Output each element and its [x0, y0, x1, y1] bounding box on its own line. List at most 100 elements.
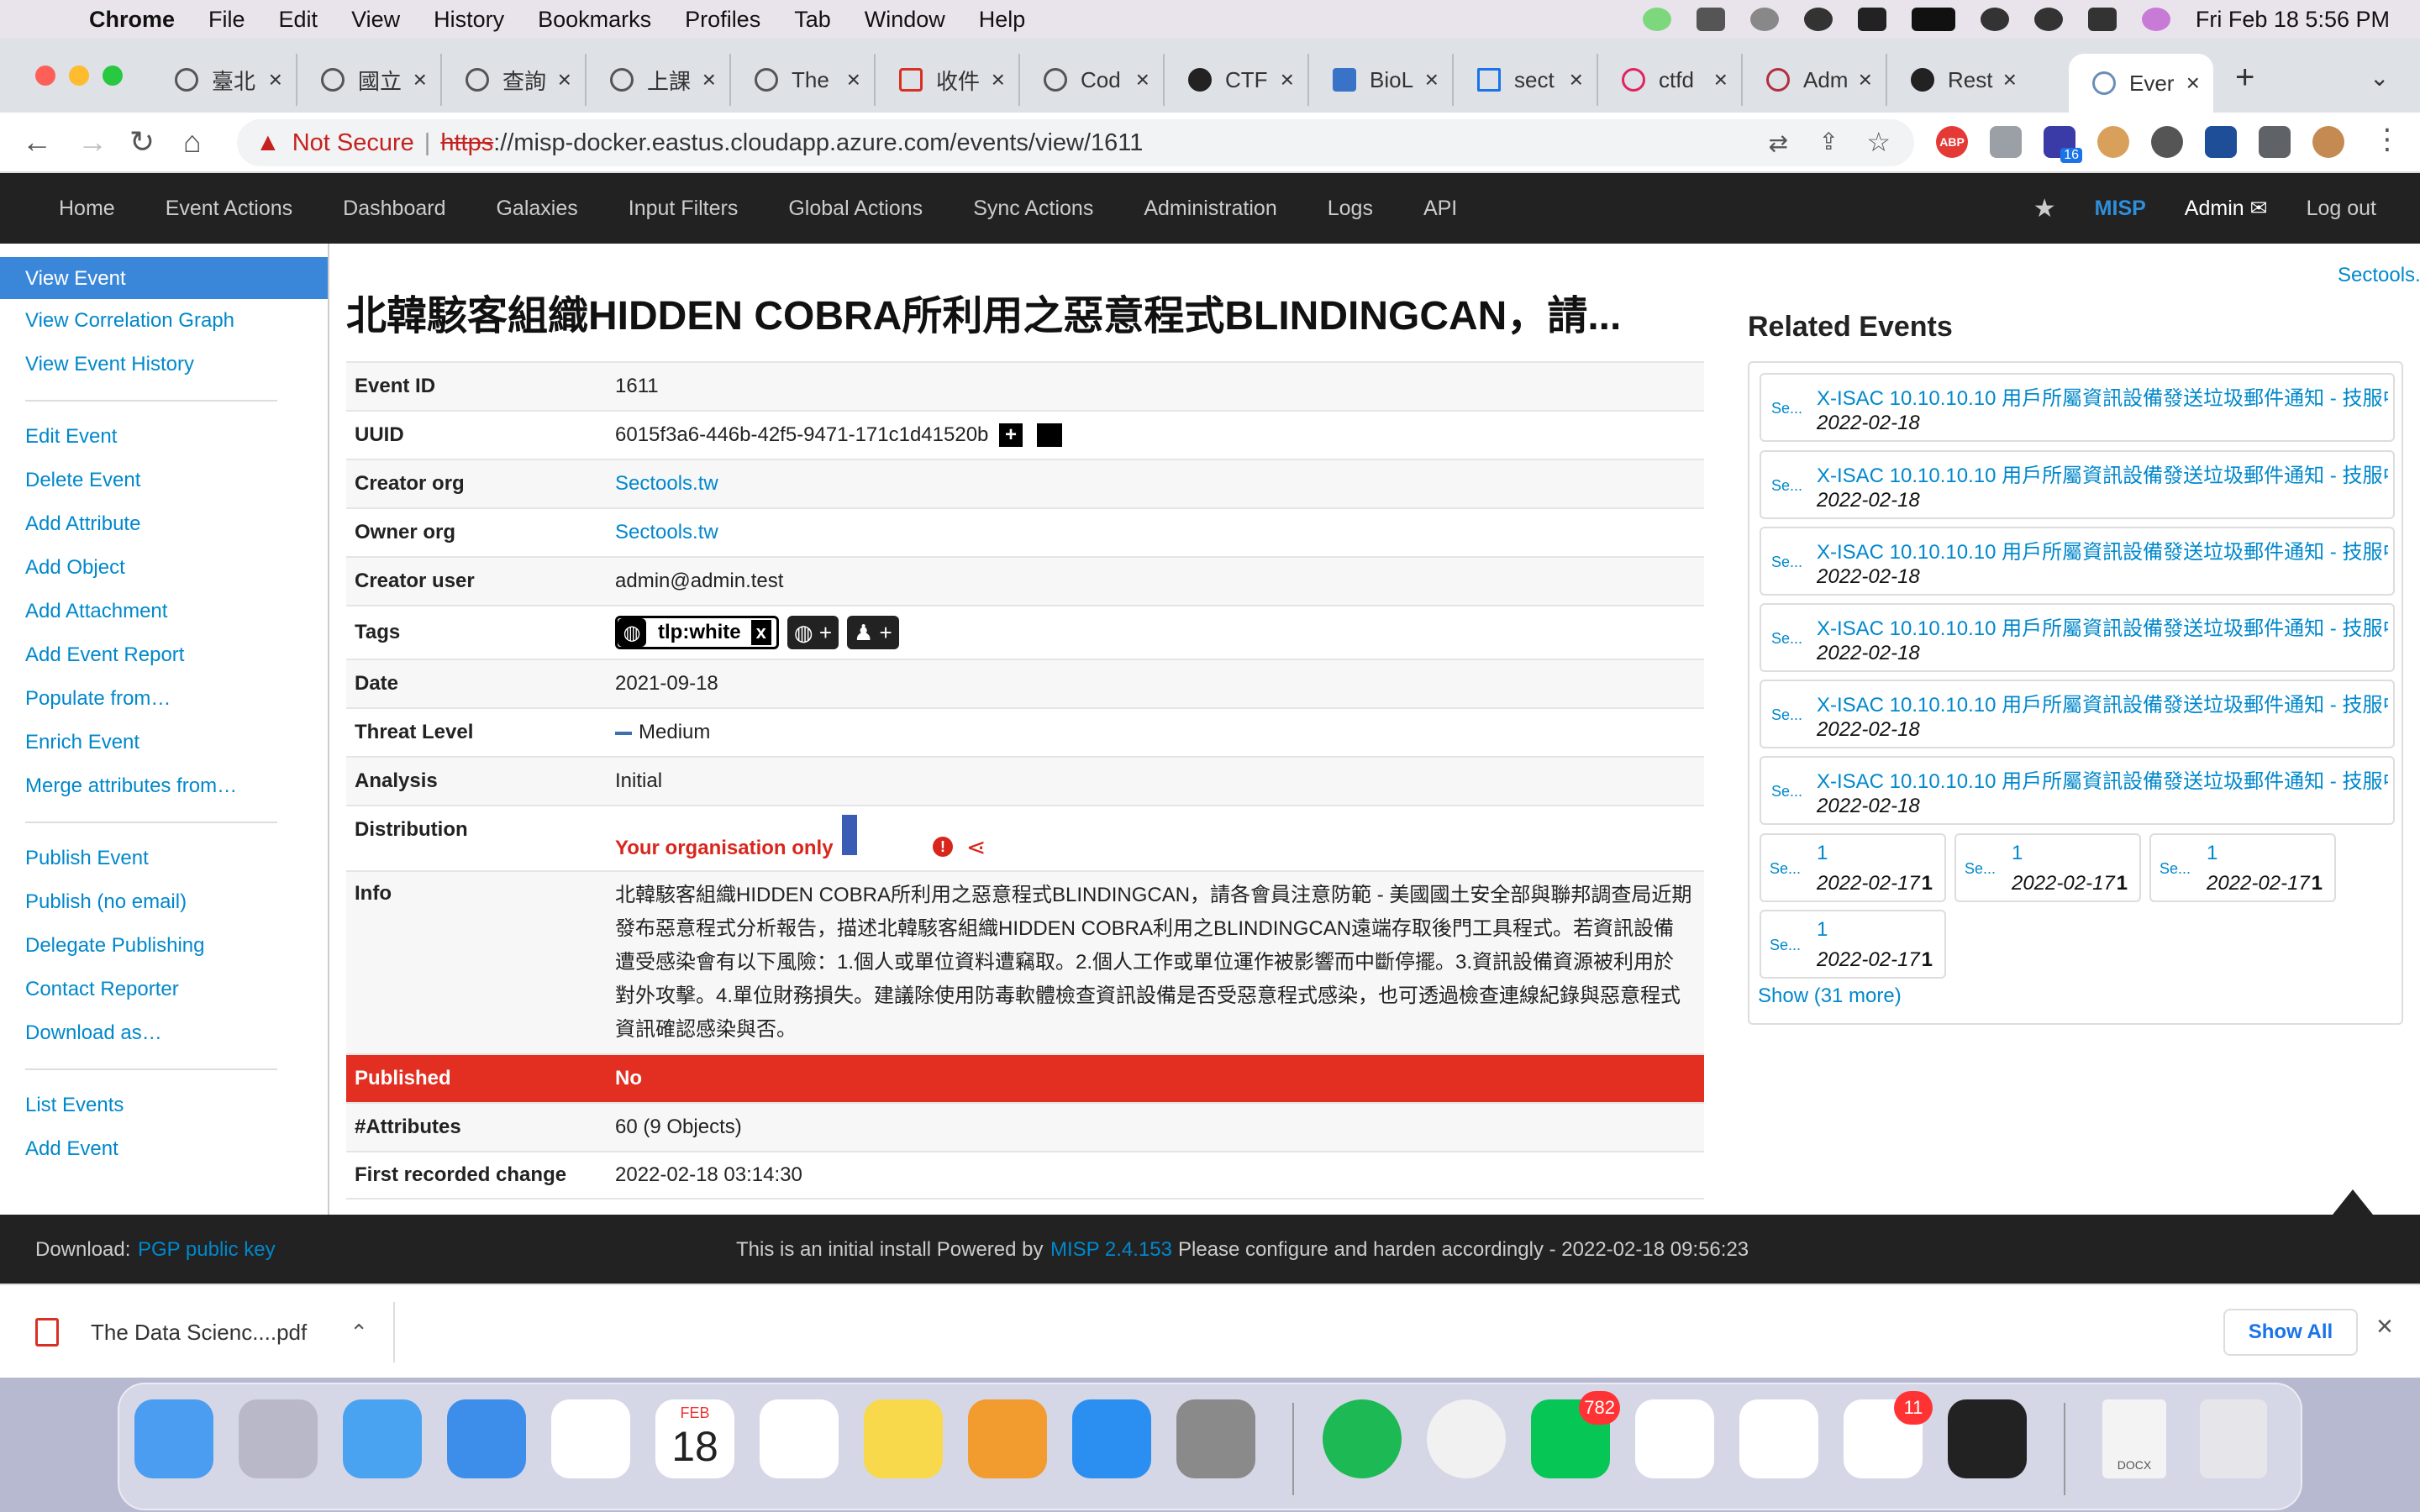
sidebar-add-attachment[interactable]: Add Attachment [0, 590, 328, 633]
puzzle-icon[interactable] [2259, 126, 2291, 158]
menu-app-name[interactable]: Chrome [89, 7, 175, 33]
plus-square-icon[interactable]: + [999, 423, 1023, 448]
nav-dashboard[interactable]: Dashboard [343, 197, 445, 221]
creator-org-link[interactable]: Sectools.tw [615, 472, 718, 495]
browser-tab[interactable]: Cod × [1018, 54, 1163, 106]
sidebar-enrich-event[interactable]: Enrich Event [0, 721, 328, 764]
related-event-card-small[interactable]: Se... 1 2022-02-17 1 [1760, 833, 1946, 902]
download-item[interactable]: The Data Scienc....pdf ⌃ [25, 1302, 395, 1362]
menu-view[interactable]: View [351, 7, 400, 33]
trash-icon[interactable] [2200, 1399, 2267, 1478]
extension-icon[interactable] [1990, 126, 2022, 158]
finder-icon[interactable] [134, 1399, 213, 1478]
sidebar-publish-no-email[interactable]: Publish (no email) [0, 880, 328, 924]
docx-file-icon[interactable]: DOCX [2102, 1399, 2166, 1478]
tab-close-icon[interactable]: × [992, 66, 1005, 93]
menu-profiles[interactable]: Profiles [685, 7, 760, 33]
menu-edit[interactable]: Edit [279, 7, 318, 33]
browser-tab[interactable]: 國立 × [296, 54, 440, 106]
tab-close-icon[interactable]: × [702, 66, 716, 93]
close-downloads-icon[interactable]: × [2376, 1310, 2393, 1343]
tab-search-icon[interactable]: ⌄ [2370, 64, 2389, 92]
nav-input-filters[interactable]: Input Filters [629, 197, 739, 221]
tab-close-icon[interactable]: × [1714, 66, 1728, 93]
menu-tab[interactable]: Tab [794, 7, 831, 33]
browser-tab[interactable]: sect × [1452, 54, 1597, 106]
bookmark-star-icon[interactable]: ☆ [1866, 126, 1891, 158]
control-center-icon[interactable] [2087, 8, 2117, 31]
mail-icon[interactable] [447, 1399, 526, 1478]
word-icon[interactable] [1739, 1399, 1818, 1478]
profile-avatar[interactable] [2312, 126, 2344, 158]
nav-logout[interactable]: Log out [2307, 197, 2376, 221]
terminal-icon[interactable] [1948, 1399, 2027, 1478]
line-icon[interactable]: 782 [1531, 1391, 1620, 1478]
adblock-icon[interactable]: ABP [1936, 126, 1968, 158]
related-event-card-small[interactable]: Se... 1 2022-02-17 1 [1760, 910, 1946, 979]
nav-sync-actions[interactable]: Sync Actions [973, 197, 1093, 221]
scroll-top-icon[interactable] [2333, 1189, 2373, 1215]
tab-close-icon[interactable]: × [413, 66, 427, 93]
add-global-tag-button[interactable]: ◍ + [786, 616, 839, 649]
related-event-card[interactable]: Se... X-ISAC 10.10.10.10 用戶所屬資訊設備發送垃圾郵件通知… [1760, 450, 2395, 519]
tab-close-icon[interactable]: × [1859, 66, 1872, 93]
menu-history[interactable]: History [434, 7, 504, 33]
vpn-icon[interactable] [1749, 8, 1779, 31]
related-event-card-small[interactable]: Se... 1 2022-02-17 1 [1954, 833, 2141, 902]
sidebar-delete-event[interactable]: Delete Event [0, 459, 328, 502]
tab-close-icon[interactable]: × [558, 66, 571, 93]
sidebar-merge-attributes[interactable]: Merge attributes from… [0, 764, 328, 808]
sidebar-view-correlation-graph[interactable]: View Correlation Graph [0, 299, 328, 343]
nav-home[interactable]: Home [59, 197, 115, 221]
browser-menu-icon[interactable]: ⋮ [2373, 123, 2402, 156]
browser-tab[interactable]: Rest × [1886, 54, 2030, 106]
spotlight-search-icon[interactable] [2033, 8, 2063, 31]
download-filename[interactable]: The Data Scienc....pdf [91, 1320, 307, 1346]
input-source-icon[interactable] [1857, 8, 1886, 31]
share-icon[interactable]: ⇪ [1819, 128, 1839, 155]
tag-remove-button[interactable]: x [750, 620, 771, 645]
tab-close-icon[interactable]: × [1425, 66, 1439, 93]
menu-bookmarks[interactable]: Bookmarks [538, 7, 651, 33]
tab-close-icon[interactable]: × [269, 66, 282, 93]
sidebar-list-events[interactable]: List Events [0, 1084, 328, 1127]
app-store-icon[interactable] [1072, 1399, 1151, 1478]
pgp-key-link[interactable]: PGP public key [138, 1238, 276, 1262]
tab-close-icon[interactable]: × [2003, 66, 2017, 93]
tag-tlp-white[interactable]: ◍ tlp:white x [615, 616, 779, 649]
sidebar-download-as[interactable]: Download as… [0, 1011, 328, 1055]
share-icon[interactable]: ⋖ [966, 833, 986, 861]
translate-icon[interactable]: ⇄ [1769, 129, 1788, 157]
chevron-up-icon[interactable]: ⌃ [350, 1320, 368, 1346]
sidebar-add-object[interactable]: Add Object [0, 546, 328, 590]
add-local-tag-button[interactable]: ♟ + [847, 616, 899, 649]
browser-tab[interactable]: ctfd × [1597, 54, 1741, 106]
browser-tab[interactable]: 查詢 × [440, 54, 585, 106]
browser-tab[interactable]: The × [729, 54, 874, 106]
show-all-downloads-button[interactable]: Show All [2223, 1309, 2358, 1356]
line-status-icon[interactable] [1642, 8, 1671, 31]
misp-version-link[interactable]: MISP 2.4.153 [1050, 1238, 1172, 1262]
browser-tab[interactable]: CTF × [1163, 54, 1307, 106]
menu-help[interactable]: Help [979, 7, 1026, 33]
not-secure-label[interactable]: Not Secure [292, 129, 414, 157]
vscode-icon[interactable] [1635, 1399, 1714, 1478]
sidebar-populate-from[interactable]: Populate from… [0, 677, 328, 721]
nav-api[interactable]: API [1423, 197, 1457, 221]
reminders-icon[interactable] [760, 1399, 839, 1478]
sidebar-add-event-report[interactable]: Add Event Report [0, 633, 328, 677]
owner-org-link[interactable]: Sectools.tw [615, 521, 718, 543]
related-event-card-small[interactable]: Se... 1 2022-02-17 1 [2149, 833, 2336, 902]
sidebar-view-event[interactable]: View Event [0, 257, 328, 299]
related-event-card[interactable]: Se... X-ISAC 10.10.10.10 用戶所屬資訊設備發送垃圾郵件通知… [1760, 680, 2395, 748]
launchpad-icon[interactable] [239, 1399, 318, 1478]
sidebar-edit-event[interactable]: Edit Event [0, 415, 328, 459]
cloud-sync-icon[interactable] [1696, 8, 1725, 31]
sidebar-delegate-publishing[interactable]: Delegate Publishing [0, 924, 328, 968]
nav-galaxies[interactable]: Galaxies [496, 197, 577, 221]
envelope-icon[interactable]: ✉ [2250, 197, 2268, 220]
photos-icon[interactable] [551, 1399, 630, 1478]
notes-icon[interactable] [864, 1399, 943, 1478]
sidebar-view-event-history[interactable]: View Event History [0, 343, 328, 386]
menu-window[interactable]: Window [865, 7, 945, 33]
